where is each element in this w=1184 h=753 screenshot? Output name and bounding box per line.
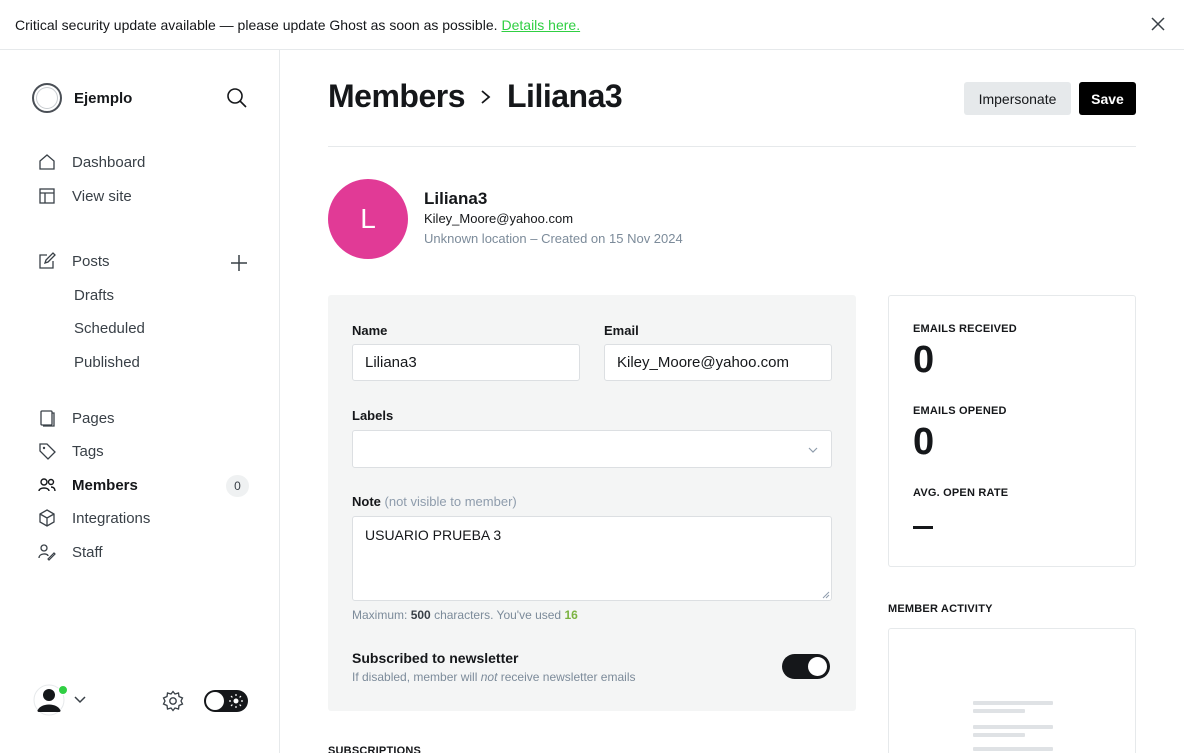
labels-label: Labels (352, 408, 394, 423)
sidebar-item-label: Members (72, 476, 138, 494)
close-icon[interactable] (1150, 16, 1166, 32)
banner-text: Critical security update available — ple… (15, 16, 498, 33)
activity-placeholder-line (973, 725, 1053, 729)
emails-received-label: EMAILS RECEIVED (913, 323, 1017, 335)
update-banner: Critical security update available — ple… (0, 0, 1184, 50)
open-rate-label: AVG. OPEN RATE (913, 487, 1009, 499)
breadcrumb-current: Liliana3 (507, 78, 623, 114)
labels-select[interactable] (352, 430, 832, 468)
edit-icon (39, 252, 56, 269)
note-char-count: Maximum: 500 characters. You've used 16 (352, 608, 578, 622)
emails-opened-value: 0 (913, 421, 935, 463)
site-name: Ejemplo (74, 89, 133, 107)
sidebar-item-drafts[interactable]: Drafts (74, 287, 114, 304)
activity-placeholder-line (973, 701, 1053, 705)
online-status-dot (58, 685, 68, 695)
char-used: 16 (564, 608, 578, 622)
sidebar-item-view-site[interactable]: View site (38, 187, 132, 205)
sidebar-item-label: Pages (72, 409, 115, 427)
activity-placeholder-line (973, 747, 1053, 751)
note-hint: (not visible to member) (384, 494, 517, 509)
site-logo (32, 83, 62, 113)
sidebar-item-label: Dashboard (72, 153, 146, 171)
newsletter-toggle[interactable] (782, 654, 830, 679)
newsletter-description: If disabled, member will not receive new… (352, 670, 635, 684)
members-count-badge: 0 (226, 475, 249, 497)
home-icon (39, 154, 55, 170)
gear-icon[interactable] (162, 690, 184, 712)
page-title: Members Liliana3 (328, 78, 623, 115)
chevron-down-icon[interactable] (74, 694, 86, 706)
activity-placeholder-line (973, 709, 1025, 713)
staff-icon (38, 544, 56, 561)
theme-toggle[interactable] (204, 690, 248, 712)
divider (328, 146, 1136, 147)
sidebar-item-label: Posts (72, 252, 110, 270)
save-button[interactable]: Save (1079, 82, 1136, 115)
member-name: Liliana3 (424, 189, 488, 208)
emails-opened-label: EMAILS OPENED (913, 405, 1007, 417)
member-form: Name Email Labels Note (not visible to m… (328, 295, 856, 711)
tag-icon (39, 443, 56, 460)
sidebar-item-dashboard[interactable]: Dashboard (38, 153, 145, 171)
sidebar-item-scheduled[interactable]: Scheduled (74, 320, 145, 337)
search-icon[interactable] (226, 87, 248, 109)
note-label: Note (not visible to member) (352, 494, 517, 509)
chevron-right-icon (481, 89, 491, 104)
impersonate-button[interactable]: Impersonate (964, 82, 1071, 115)
member-meta: Unknown location – Created on 15 Nov 202… (424, 231, 683, 246)
subscriptions-title: SUBSCRIPTIONS (328, 745, 422, 753)
newsletter-desc-post: receive newsletter emails (500, 670, 636, 684)
sidebar-item-posts[interactable]: Posts (38, 252, 110, 270)
sidebar-item-pages[interactable]: Pages (38, 409, 115, 427)
char-max: 500 (410, 608, 431, 622)
toggle-knob (206, 692, 224, 710)
open-rate-empty-value (913, 526, 933, 529)
sidebar-item-integrations[interactable]: Integrations (38, 509, 150, 527)
char-count-prefix: Maximum: (352, 608, 408, 622)
name-label: Name (352, 323, 388, 338)
toggle-knob (808, 657, 827, 676)
email-stats-card: EMAILS RECEIVED 0 EMAILS OPENED 0 AVG. O… (888, 295, 1136, 567)
sidebar-item-staff[interactable]: Staff (38, 543, 103, 561)
sidebar-item-published[interactable]: Published (74, 354, 140, 371)
sidebar-item-label: View site (72, 187, 132, 205)
sidebar-item-label: Integrations (72, 509, 151, 527)
sidebar-item-label: Staff (72, 543, 103, 561)
members-icon (38, 478, 56, 492)
sidebar-item-members[interactable]: Members (38, 476, 138, 494)
banner-details-link[interactable]: Details here. (502, 17, 581, 33)
activity-placeholder-line (973, 733, 1025, 737)
page-icon (40, 410, 55, 427)
email-field[interactable] (604, 344, 832, 381)
resize-grip-icon[interactable] (822, 591, 830, 599)
layout-icon (39, 188, 55, 204)
sidebar-item-label: Tags (72, 442, 104, 460)
sidebar: Ejemplo Dashboard View site Posts Drafts… (0, 50, 280, 753)
member-email: Kiley_Moore@yahoo.com (424, 211, 574, 226)
site-brand[interactable]: Ejemplo (32, 83, 132, 113)
newsletter-desc-em: not (480, 670, 498, 684)
chevron-down-icon (808, 447, 818, 453)
email-label: Email (604, 323, 639, 338)
emails-received-value: 0 (913, 339, 935, 381)
plus-icon[interactable] (229, 253, 249, 273)
sun-icon (229, 694, 243, 708)
member-avatar: L (328, 179, 408, 259)
sidebar-item-tags[interactable]: Tags (38, 442, 104, 460)
newsletter-title: Subscribed to newsletter (352, 650, 519, 666)
newsletter-desc-pre: If disabled, member will (352, 670, 478, 684)
breadcrumb-members[interactable]: Members (328, 78, 466, 115)
char-count-mid: characters. You've used (434, 608, 562, 622)
name-field[interactable] (352, 344, 580, 381)
note-field[interactable]: USUARIO PRUEBA 3 (352, 516, 832, 601)
member-activity-card (888, 628, 1136, 753)
note-label-text: Note (352, 494, 381, 509)
box-icon (39, 509, 55, 527)
member-activity-title: MEMBER ACTIVITY (888, 603, 993, 615)
